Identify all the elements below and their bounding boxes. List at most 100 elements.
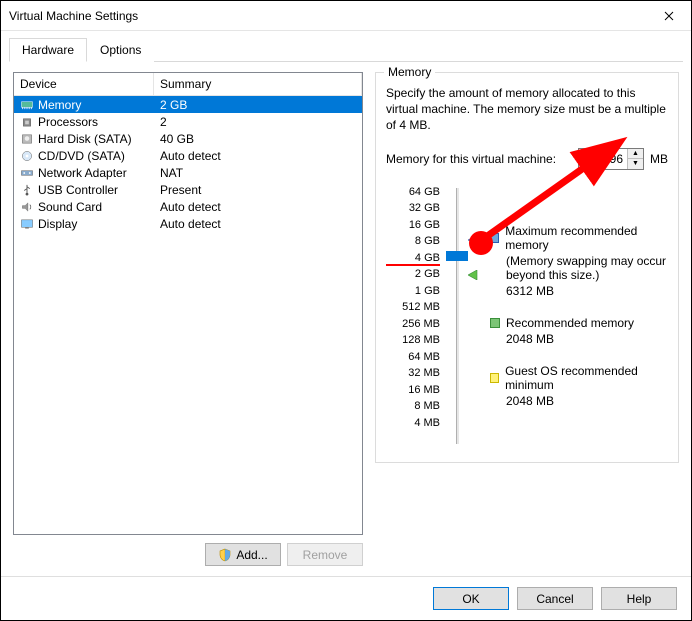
device-summary: 2 bbox=[154, 114, 362, 130]
table-row[interactable]: Processors 2 bbox=[14, 113, 362, 130]
table-row[interactable]: DisplayAuto detect bbox=[14, 215, 362, 232]
scale-tick: 8 MB bbox=[386, 398, 440, 415]
tab-body: Device Summary Memory2 GBProcessors2Hard… bbox=[1, 62, 691, 576]
device-name: CD/DVD (SATA) bbox=[38, 149, 125, 163]
square-icon bbox=[490, 373, 499, 383]
memory-input-label: Memory for this virtual machine: bbox=[386, 152, 556, 166]
device-summary: Present bbox=[154, 182, 362, 198]
scale-tick: 256 MB bbox=[386, 316, 440, 333]
cd-icon bbox=[20, 150, 34, 162]
device-summary: 40 GB bbox=[154, 131, 362, 147]
close-icon bbox=[664, 11, 674, 21]
memory-value-input[interactable] bbox=[579, 149, 627, 169]
rec-block: Recommended memory 2048 MB bbox=[490, 316, 668, 346]
memory-spinner[interactable]: ▲ ▼ bbox=[578, 148, 644, 170]
table-row[interactable]: Sound CardAuto detect bbox=[14, 198, 362, 215]
scale-tick: 4 GB bbox=[386, 250, 440, 267]
slider-track bbox=[456, 188, 460, 444]
scale-tick: 64 MB bbox=[386, 349, 440, 366]
device-name: Hard Disk (SATA) bbox=[38, 132, 132, 146]
min-label: Guest OS recommended minimum bbox=[505, 364, 668, 392]
rec-marker bbox=[468, 270, 478, 280]
square-icon bbox=[490, 233, 499, 243]
scale-tick: 2 GB bbox=[386, 266, 440, 283]
device-table: Device Summary Memory2 GBProcessors2Hard… bbox=[13, 72, 363, 535]
spin-down[interactable]: ▼ bbox=[628, 159, 643, 169]
memory-slider[interactable] bbox=[450, 184, 480, 448]
memory-spec: Specify the amount of memory allocated t… bbox=[386, 85, 668, 134]
add-button[interactable]: Add... bbox=[205, 543, 281, 566]
scale-tick: 128 MB bbox=[386, 332, 440, 349]
min-block: Guest OS recommended minimum 2048 MB bbox=[490, 364, 668, 408]
cancel-button[interactable]: Cancel bbox=[517, 587, 593, 610]
disk-icon bbox=[20, 133, 34, 145]
ok-button[interactable]: OK bbox=[433, 587, 509, 610]
dialog-footer: OK Cancel Help bbox=[1, 576, 691, 620]
memory-slider-area: 64 GB32 GB16 GB8 GB4 GB2 GB1 GB512 MB256… bbox=[386, 184, 668, 448]
rec-value: 2048 MB bbox=[506, 332, 668, 346]
device-name: Memory bbox=[38, 98, 81, 112]
spinner-buttons: ▲ ▼ bbox=[627, 149, 643, 169]
tab-container: Hardware Options bbox=[1, 31, 691, 62]
device-name: Network Adapter bbox=[38, 166, 127, 180]
memory-icon bbox=[20, 99, 34, 111]
display-icon bbox=[20, 218, 34, 230]
scale-labels: 64 GB32 GB16 GB8 GB4 GB2 GB1 GB512 MB256… bbox=[386, 184, 440, 448]
scale-tick: 16 MB bbox=[386, 382, 440, 399]
table-row[interactable]: Network Adapter NAT bbox=[14, 164, 362, 181]
shield-icon bbox=[218, 548, 232, 562]
col-device[interactable]: Device bbox=[14, 73, 154, 96]
max-label: Maximum recommended memory bbox=[505, 224, 668, 252]
scale-tick: 4 MB bbox=[386, 415, 440, 432]
scale-tick: 32 GB bbox=[386, 200, 440, 217]
memory-group: Memory Specify the amount of memory allo… bbox=[375, 72, 679, 463]
help-button[interactable]: Help bbox=[601, 587, 677, 610]
device-name: Processors bbox=[38, 115, 98, 129]
left-pane: Device Summary Memory2 GBProcessors2Hard… bbox=[13, 72, 363, 566]
table-body: Memory 2 GB Processors 2 Hard Disk (SATA) 40 … bbox=[14, 96, 362, 232]
memory-info: Maximum recommended memory (Memory swapp… bbox=[490, 184, 668, 448]
memory-unit: MB bbox=[650, 152, 668, 166]
vm-settings-window: Virtual Machine Settings Hardware Option… bbox=[0, 0, 692, 621]
close-button[interactable] bbox=[646, 1, 691, 31]
slider-thumb[interactable] bbox=[446, 251, 468, 261]
device-summary: 2 GB bbox=[154, 97, 362, 113]
window-title: Virtual Machine Settings bbox=[9, 9, 646, 23]
sound-icon bbox=[20, 201, 34, 213]
device-summary: Auto detect bbox=[154, 199, 362, 215]
min-value: 2048 MB bbox=[506, 394, 668, 408]
net-icon bbox=[20, 167, 34, 179]
table-row[interactable]: Hard Disk (SATA) 40 GB bbox=[14, 130, 362, 147]
table-row[interactable]: CD/DVD (SATA)Auto detect bbox=[14, 147, 362, 164]
scale-tick: 32 MB bbox=[386, 365, 440, 382]
memory-legend: Memory bbox=[384, 65, 435, 79]
table-row[interactable]: USB Controller Present bbox=[14, 181, 362, 198]
max-note: (Memory swapping may occur beyond this s… bbox=[506, 254, 668, 282]
usb-icon bbox=[20, 184, 34, 196]
table-header: Device Summary bbox=[14, 73, 362, 96]
device-buttons: Add... Remove bbox=[13, 535, 363, 566]
device-name: USB Controller bbox=[38, 183, 118, 197]
add-label: Add... bbox=[236, 548, 267, 562]
device-name: Display bbox=[38, 217, 77, 231]
table-row[interactable]: Memory 2 GB bbox=[14, 96, 362, 113]
scale-tick: 64 GB bbox=[386, 184, 440, 201]
tab-options[interactable]: Options bbox=[87, 38, 154, 62]
square-icon bbox=[490, 318, 500, 328]
tab-hardware[interactable]: Hardware bbox=[9, 38, 87, 62]
triangle-left-icon bbox=[468, 270, 478, 280]
memory-input-row: Memory for this virtual machine: ▲ ▼ MB bbox=[386, 148, 668, 170]
scale-tick: 8 GB bbox=[386, 233, 440, 250]
max-marker bbox=[468, 235, 478, 245]
device-summary: NAT bbox=[154, 165, 362, 181]
col-summary[interactable]: Summary bbox=[154, 73, 362, 96]
max-value: 6312 MB bbox=[506, 284, 668, 298]
cpu-icon bbox=[20, 116, 34, 128]
scale-tick: 1 GB bbox=[386, 283, 440, 300]
titlebar: Virtual Machine Settings bbox=[1, 1, 691, 31]
rec-label: Recommended memory bbox=[506, 316, 634, 330]
spin-up[interactable]: ▲ bbox=[628, 149, 643, 160]
scale-tick: 16 GB bbox=[386, 217, 440, 234]
remove-button: Remove bbox=[287, 543, 363, 566]
scale-tick: 512 MB bbox=[386, 299, 440, 316]
